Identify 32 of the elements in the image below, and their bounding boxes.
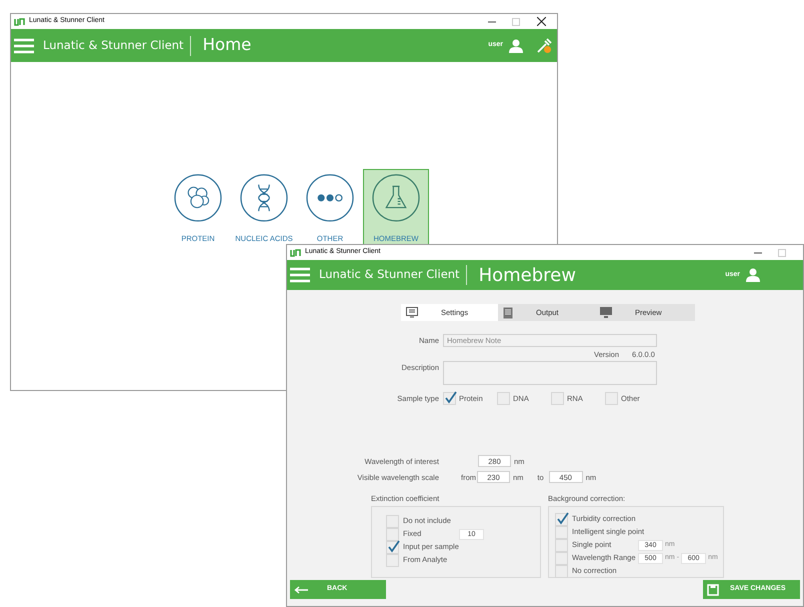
checkbox[interactable] — [386, 554, 399, 566]
checkbox[interactable] — [555, 512, 568, 526]
app-logo-icon — [14, 18, 26, 26]
checkbox[interactable] — [555, 538, 568, 552]
menu-icon[interactable] — [290, 267, 310, 283]
user-icon[interactable] — [509, 38, 523, 52]
monitor-icon — [600, 307, 612, 318]
checkbox[interactable] — [551, 392, 564, 406]
description-field[interactable] — [443, 361, 657, 386]
arrow-left-icon — [294, 586, 308, 594]
app-name: Lunatic & Stunner Client — [43, 36, 184, 54]
checkbox[interactable] — [443, 392, 456, 406]
checkbox[interactable] — [386, 528, 399, 540]
app-logo-icon — [290, 248, 302, 256]
checkbox[interactable] — [555, 526, 568, 538]
checkbox[interactable] — [386, 540, 399, 554]
app-name: Lunatic & Stunner Client — [319, 266, 460, 284]
document-icon — [503, 306, 513, 318]
menu-icon[interactable] — [14, 38, 34, 54]
maximize-icon[interactable] — [512, 18, 520, 26]
user-icon[interactable] — [746, 268, 760, 282]
page-title: Homebrew — [478, 264, 576, 288]
checkbox[interactable] — [555, 564, 568, 578]
page-title: Home — [202, 34, 252, 56]
close-icon[interactable] — [537, 17, 546, 26]
maximize-icon[interactable] — [778, 248, 786, 256]
checkbox[interactable] — [605, 392, 618, 406]
save-icon — [707, 584, 719, 596]
monitor-icon — [406, 307, 418, 318]
checkbox[interactable] — [555, 552, 568, 564]
checkbox[interactable] — [386, 514, 399, 528]
checkbox[interactable] — [497, 392, 510, 406]
